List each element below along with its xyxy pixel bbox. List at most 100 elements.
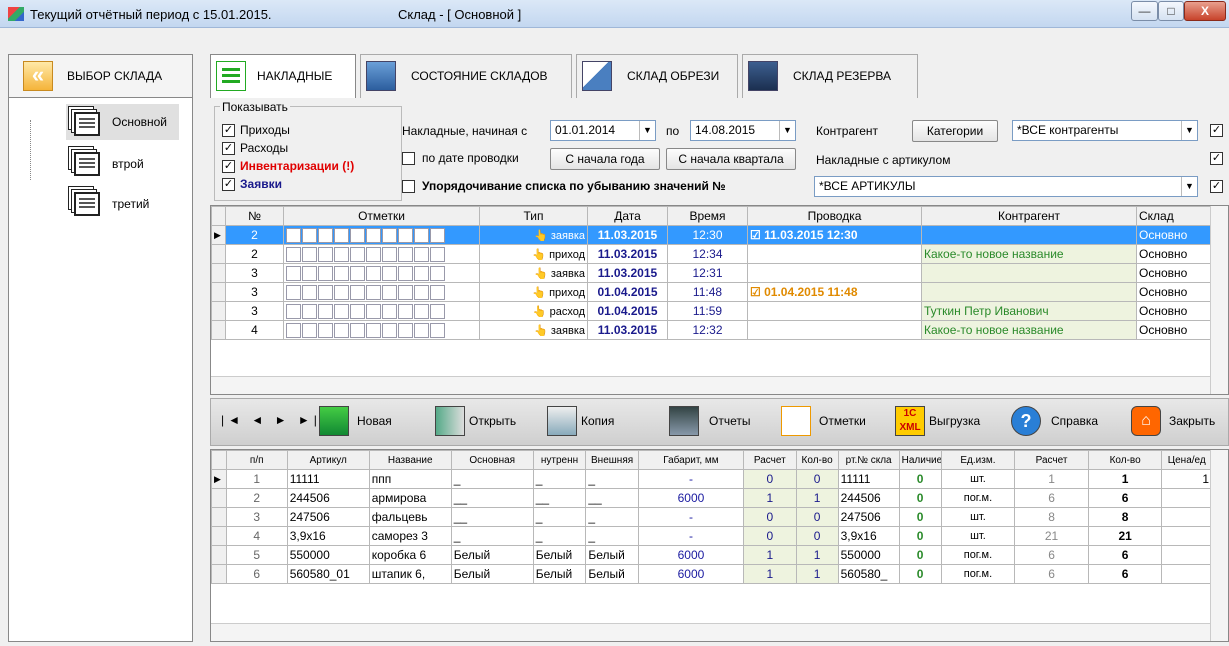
mark-box[interactable] (286, 303, 301, 319)
mark-box[interactable] (366, 284, 381, 300)
invoice-row[interactable]: ▶ 2 👆 заявка 11.03.2015 12:30 ☑ 11.03.2015 12… (211, 225, 1212, 245)
item-row[interactable]: 4 3,9x16 саморез 3 _ _ _ -0 0 3,9x16 0 шт. 21 21 (211, 526, 1212, 546)
export-button[interactable]: 1С XML Выгрузка (895, 406, 995, 438)
column-header[interactable]: Время (667, 206, 748, 226)
mark-box[interactable] (318, 227, 333, 243)
mark-box[interactable] (414, 322, 429, 338)
help-button[interactable]: ? Справка (1011, 406, 1111, 438)
mark-box[interactable] (414, 246, 429, 262)
mark-box[interactable] (430, 303, 445, 319)
tree-item-main[interactable]: Основной (66, 104, 179, 140)
mark-box[interactable] (382, 227, 397, 243)
mark-box[interactable] (350, 284, 365, 300)
item-row[interactable]: 5 550000 коробка 6 Белый Белый Белый 6000 1 1 550… (211, 545, 1212, 565)
mark-box[interactable] (382, 265, 397, 281)
mark-box[interactable] (430, 284, 445, 300)
sort-desc-checkbox[interactable] (402, 180, 415, 193)
mark-box[interactable] (430, 246, 445, 262)
mark-box[interactable] (302, 246, 317, 262)
year-start-button[interactable]: С начала года (550, 148, 660, 170)
quarter-start-button[interactable]: С начала квартала (666, 148, 796, 170)
mark-box[interactable] (366, 322, 381, 338)
invoice-row[interactable]: 2 👆 приход 11.03.2015 12:34 Какое-то новое н… (211, 244, 1212, 264)
next-record-icon[interactable]: ► (275, 413, 291, 427)
column-header[interactable]: рт.№ скла (837, 450, 900, 470)
mark-box[interactable] (318, 265, 333, 281)
mark-box[interactable] (382, 322, 397, 338)
mark-box[interactable] (350, 227, 365, 243)
column-header[interactable]: Габарит, мм (637, 450, 745, 470)
incoming-checkbox[interactable]: ✓ (222, 124, 235, 137)
column-header[interactable]: Кол-во (795, 450, 839, 470)
contractor-filter-checkbox[interactable]: ✓ (1210, 124, 1223, 137)
open-button[interactable]: Открыть (435, 406, 535, 438)
reports-button[interactable]: Отчеты (669, 406, 759, 438)
column-header[interactable]: нутренн (532, 450, 587, 470)
column-header[interactable]: Основная (450, 450, 534, 470)
to-date-picker[interactable]: 14.08.2015 ▼ (690, 120, 796, 141)
mark-box[interactable] (366, 227, 381, 243)
mark-box[interactable] (302, 303, 317, 319)
outgoing-checkbox[interactable]: ✓ (222, 142, 235, 155)
mark-box[interactable] (286, 227, 301, 243)
mark-box[interactable] (366, 303, 381, 319)
mark-box[interactable] (398, 322, 413, 338)
mark-box[interactable] (318, 246, 333, 262)
tab-scrap-warehouse[interactable]: СКЛАД ОБРЕЗИ (576, 54, 738, 98)
close-form-button[interactable]: ⌂ Закрыть (1131, 406, 1227, 438)
new-button[interactable]: Новая (319, 406, 409, 438)
mark-box[interactable] (302, 227, 317, 243)
tree-item-third[interactable]: третий (66, 184, 179, 220)
mark-box[interactable] (430, 227, 445, 243)
column-header[interactable]: п/п (225, 450, 288, 470)
mark-box[interactable] (430, 322, 445, 338)
mark-box[interactable] (382, 303, 397, 319)
invoice-row[interactable]: 3 👆 заявка 11.03.2015 12:31 Основно (211, 263, 1212, 283)
mark-box[interactable] (334, 265, 349, 281)
minimize-button[interactable]: — (1131, 1, 1158, 21)
invoice-row[interactable]: 4 👆 заявка 11.03.2015 12:32 Какое-то новое н… (211, 320, 1212, 340)
mark-box[interactable] (334, 227, 349, 243)
invoices-vscroll[interactable] (1210, 206, 1228, 394)
mark-box[interactable] (334, 246, 349, 262)
mark-box[interactable] (398, 303, 413, 319)
mark-box[interactable] (398, 265, 413, 281)
column-header[interactable]: Расчет (1014, 450, 1089, 470)
tab-reserve-warehouse[interactable]: СКЛАД РЕЗЕРВА (742, 54, 918, 98)
invoice-row[interactable]: 3 👆 приход 01.04.2015 11:48 ☑ 01.04.2015 11:… (211, 282, 1212, 302)
mark-box[interactable] (286, 265, 301, 281)
items-vscroll[interactable] (1210, 450, 1228, 641)
invoices-hscroll[interactable] (211, 376, 1210, 394)
mark-box[interactable] (334, 322, 349, 338)
column-header[interactable]: Тип (479, 206, 588, 226)
column-header[interactable]: Проводка (747, 206, 922, 226)
column-header[interactable]: Артикул (286, 450, 370, 470)
close-button[interactable]: X (1184, 1, 1226, 21)
mark-box[interactable] (286, 322, 301, 338)
record-navigator[interactable]: |◄ ◄ ► ►| (221, 413, 321, 427)
mark-box[interactable] (414, 227, 429, 243)
mark-box[interactable] (398, 227, 413, 243)
mark-box[interactable] (414, 284, 429, 300)
mark-box[interactable] (414, 303, 429, 319)
article-extra-checkbox[interactable]: ✓ (1210, 180, 1223, 193)
article-filter-checkbox[interactable]: ✓ (1210, 152, 1223, 165)
mark-box[interactable] (366, 246, 381, 262)
mark-box[interactable] (318, 284, 333, 300)
tab-warehouse-state[interactable]: СОСТОЯНИЕ СКЛАДОВ (360, 54, 572, 98)
maximize-button[interactable]: □ (1158, 1, 1184, 21)
item-row[interactable]: 6 560580_01 штапик 6, Белый Белый Белый 6000 1 1… (211, 564, 1212, 584)
mark-box[interactable] (334, 303, 349, 319)
prev-record-icon[interactable]: ◄ (251, 413, 267, 427)
mark-box[interactable] (318, 303, 333, 319)
mark-box[interactable] (430, 265, 445, 281)
tree-item-second[interactable]: втрой (66, 144, 179, 180)
from-date-picker[interactable]: 01.01.2014 ▼ (550, 120, 656, 141)
categories-button[interactable]: Категории (912, 120, 998, 142)
mark-box[interactable] (414, 265, 429, 281)
column-header[interactable]: Контрагент (921, 206, 1137, 226)
column-header[interactable]: Дата (587, 206, 668, 226)
column-header[interactable]: Ед.изм. (940, 450, 1016, 470)
mark-box[interactable] (382, 246, 397, 262)
mark-box[interactable] (302, 322, 317, 338)
